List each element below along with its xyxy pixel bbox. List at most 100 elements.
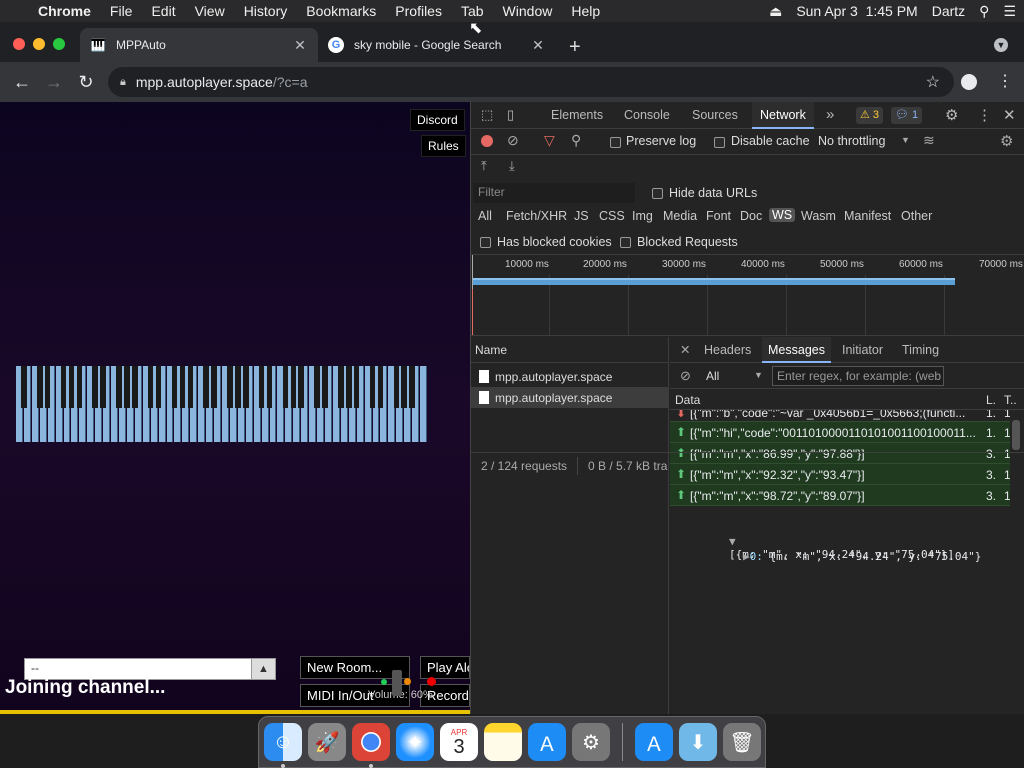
tab-mppauto[interactable]: 🎹 MPPAuto ✕ — [80, 28, 318, 62]
chevron-down-icon[interactable]: ▼ — [901, 135, 910, 145]
black-key[interactable] — [314, 366, 320, 408]
tab-elements[interactable]: Elements — [543, 102, 611, 129]
warnings-badge[interactable]: ⚠ 3 — [856, 107, 884, 124]
black-key[interactable] — [179, 366, 186, 408]
menu-tab[interactable]: Tab — [461, 3, 484, 19]
has-blocked-cookies-checkbox[interactable] — [480, 237, 491, 248]
menu-help[interactable]: Help — [571, 3, 600, 19]
menu-file[interactable]: File — [110, 3, 133, 19]
type-font[interactable]: Font — [706, 209, 731, 223]
black-key[interactable] — [377, 366, 384, 408]
black-key[interactable] — [322, 366, 328, 408]
request-row[interactable]: mpp.autoplayer.space — [471, 366, 669, 387]
close-details-icon[interactable]: ✕ — [674, 337, 696, 363]
search-icon[interactable]: ⚲ — [571, 132, 581, 149]
appstore-icon[interactable]: Ａ — [635, 723, 673, 761]
network-timeline[interactable]: 10000 ms 20000 ms 30000 ms 40000 ms 5000… — [471, 254, 1024, 336]
record-network-icon[interactable] — [481, 135, 493, 147]
black-key[interactable] — [282, 366, 289, 408]
safari-icon[interactable]: ✦ — [396, 723, 434, 761]
rules-button[interactable]: Rules — [421, 135, 466, 157]
close-devtools-icon[interactable]: ✕ — [1003, 106, 1016, 124]
type-wasm[interactable]: Wasm — [801, 209, 836, 223]
preserve-log-checkbox[interactable] — [610, 137, 621, 148]
chrome-icon[interactable] — [352, 723, 390, 761]
type-doc[interactable]: Doc — [740, 209, 762, 223]
black-key[interactable] — [203, 366, 209, 408]
black-key[interactable] — [353, 366, 360, 408]
tab-timing[interactable]: Timing — [896, 337, 945, 363]
request-row[interactable]: mpp.autoplayer.space — [471, 387, 669, 408]
black-key[interactable] — [171, 366, 178, 408]
messages-badge[interactable]: 💬︎ 1 — [891, 107, 923, 124]
throttling-select[interactable]: No throttling — [818, 134, 885, 148]
black-key[interactable] — [124, 366, 130, 408]
type-media[interactable]: Media — [663, 209, 697, 223]
black-key[interactable] — [60, 366, 67, 408]
calendar-icon[interactable]: APR 3 — [440, 723, 478, 761]
data-column-header[interactable]: Data — [675, 393, 700, 407]
black-key[interactable] — [298, 366, 304, 408]
clock[interactable]: Sun Apr 3 1:45 PM — [796, 3, 917, 19]
black-key[interactable] — [21, 366, 27, 408]
black-key[interactable] — [409, 366, 415, 408]
launchpad-icon[interactable]: 🚀 — [308, 723, 346, 761]
black-key[interactable] — [266, 366, 273, 408]
menu-profiles[interactable]: Profiles — [395, 3, 442, 19]
chat-expand-icon[interactable]: ▲ — [251, 659, 275, 679]
name-column-header[interactable]: Name — [471, 337, 669, 363]
export-har-icon[interactable]: ⤓ — [509, 158, 515, 174]
devtools-menu-icon[interactable]: ⋮ — [977, 106, 992, 124]
black-key[interactable] — [345, 366, 352, 408]
type-all[interactable]: All — [478, 209, 492, 223]
window-minimize-button[interactable] — [33, 38, 45, 50]
message-row[interactable]: ⬆ [{"m":"m","x":"98.72","y":"89.07"}] 3.… — [670, 485, 1010, 506]
window-close-button[interactable] — [13, 38, 25, 50]
filter-input[interactable]: Filter — [473, 183, 635, 203]
eject-icon[interactable]: ⏏ — [769, 3, 782, 20]
control-center-icon[interactable]: ☰ — [1003, 3, 1016, 20]
clear-icon[interactable]: ⊘ — [507, 132, 519, 149]
black-key[interactable] — [100, 366, 106, 408]
black-key[interactable] — [227, 366, 233, 408]
black-key[interactable] — [44, 366, 51, 408]
volume-knob[interactable] — [392, 670, 402, 696]
appstore-icon[interactable]: Ａ — [528, 723, 566, 761]
tab-headers[interactable]: Headers — [698, 337, 757, 363]
tab-google-search[interactable]: G sky mobile - Google Search ✕ — [318, 28, 556, 62]
menu-view[interactable]: View — [195, 3, 225, 19]
import-har-icon[interactable]: ⤒ — [481, 158, 487, 174]
black-key[interactable] — [211, 366, 217, 408]
black-key[interactable] — [147, 366, 154, 408]
play-alone-button[interactable]: Play Alo — [420, 656, 470, 679]
back-icon[interactable]: ← — [6, 66, 38, 98]
tab-search-icon[interactable]: ▼ — [994, 38, 1008, 52]
tab-network[interactable]: Network — [752, 102, 814, 129]
message-type-select[interactable]: All — [706, 369, 719, 383]
device-toolbar-icon[interactable]: ▯ — [507, 107, 514, 123]
tab-sources[interactable]: Sources — [684, 102, 746, 129]
clear-messages-icon[interactable]: ⊘ — [680, 368, 691, 384]
type-other[interactable]: Other — [901, 209, 932, 223]
profile-avatar-icon[interactable] — [961, 74, 977, 90]
black-key[interactable] — [116, 366, 122, 408]
black-key[interactable] — [36, 366, 43, 408]
menu-history[interactable]: History — [244, 3, 288, 19]
white-key[interactable] — [420, 366, 427, 442]
tab-initiator[interactable]: Initiator — [836, 337, 889, 363]
tab-messages[interactable]: Messages — [762, 337, 831, 363]
tab-console[interactable]: Console — [616, 102, 678, 129]
address-bar[interactable]: 🔒︎ mpp.autoplayer.space /?c=a ☆ — [108, 67, 954, 97]
type-manifest[interactable]: Manifest — [844, 209, 891, 223]
type-ws[interactable]: WS — [769, 208, 796, 222]
close-tab-icon[interactable]: ✕ — [530, 37, 546, 54]
menu-window[interactable]: Window — [503, 3, 553, 19]
reload-icon[interactable]: ↻ — [70, 66, 102, 98]
black-key[interactable] — [369, 366, 376, 408]
type-js[interactable]: JS — [574, 209, 589, 223]
spotlight-search-icon[interactable]: ⚲ — [979, 3, 989, 20]
black-key[interactable] — [92, 366, 98, 408]
black-key[interactable] — [290, 366, 297, 408]
regex-filter-input[interactable]: Enter regex, for example: (web — [772, 366, 944, 386]
finder-icon[interactable]: ☺ — [264, 723, 302, 761]
